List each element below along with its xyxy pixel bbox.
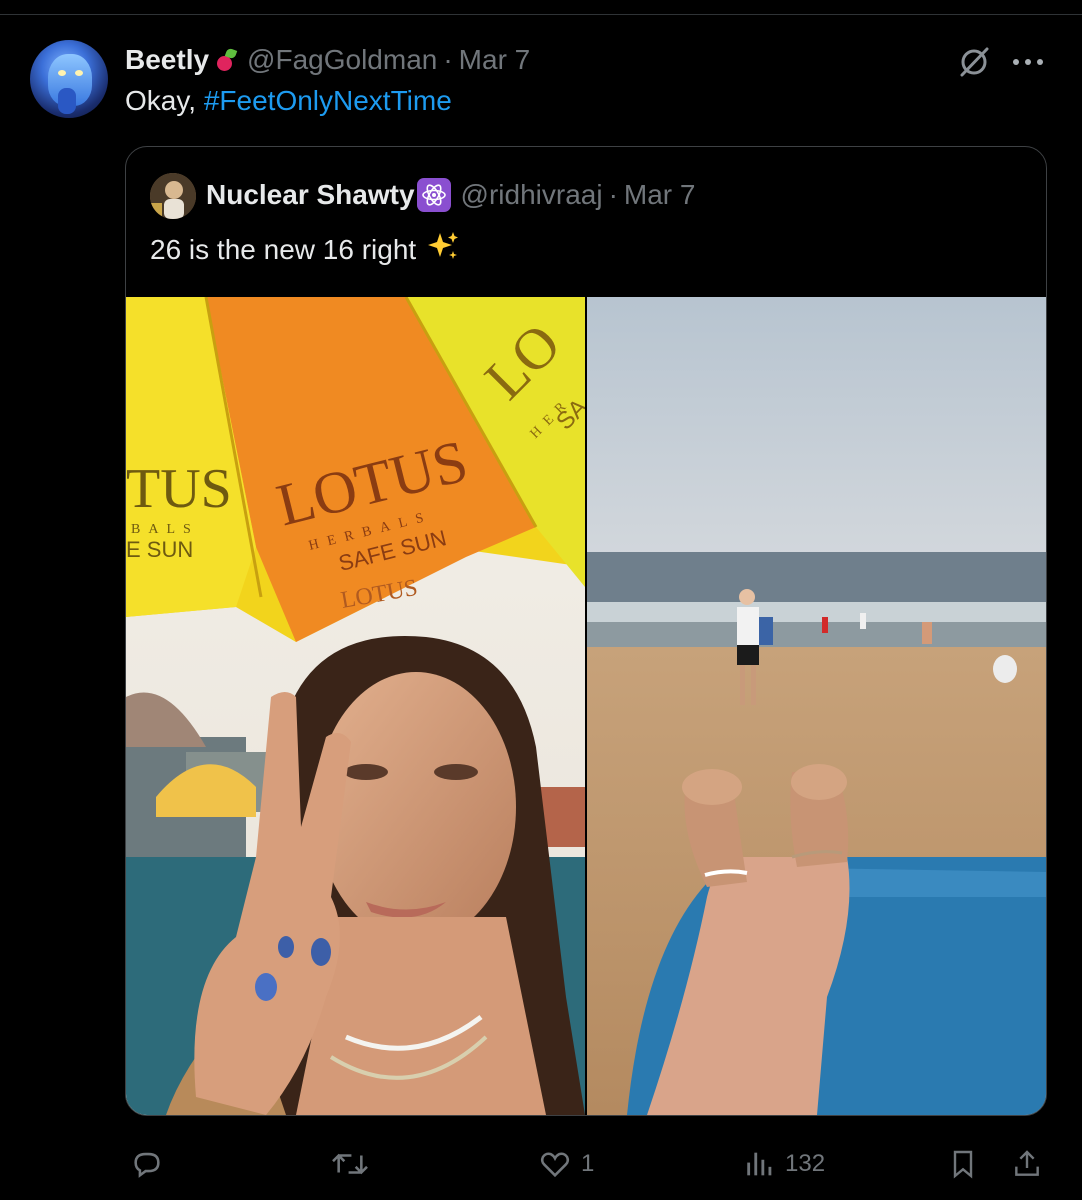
retweet-button[interactable] xyxy=(330,1140,370,1188)
quoted-text-body: 26 is the new 16 right xyxy=(150,234,417,265)
quoted-media[interactable]: LOTUS HERBALS SAFE SUN LOTUS TUS BALS E … xyxy=(126,297,1046,1115)
share-button[interactable] xyxy=(1011,1140,1043,1188)
tweet-actions: 1 132 xyxy=(125,1140,1045,1188)
atom-icon xyxy=(416,178,451,212)
quoted-text: 26 is the new 16 right xyxy=(150,229,460,271)
bookmark-button[interactable] xyxy=(947,1140,979,1188)
umbrella-brand-left-partial: TUS xyxy=(126,458,232,520)
views-icon xyxy=(747,1152,772,1176)
selfie-photo-art: LOTUS HERBALS SAFE SUN LOTUS TUS BALS E … xyxy=(126,297,585,1115)
umbrella-sun-left-partial: E SUN xyxy=(126,537,193,562)
quoted-handle[interactable]: @ridhivraaj xyxy=(461,179,603,211)
umbrella-herbals-left-partial: BALS xyxy=(131,522,199,537)
grok-icon-svg xyxy=(960,47,989,77)
beach-photo[interactable] xyxy=(587,297,1046,1115)
quoted-separator: · xyxy=(608,179,618,210)
author-handle[interactable]: @FagGoldman xyxy=(247,44,437,76)
like-button[interactable]: 1 xyxy=(537,1140,594,1188)
views-button[interactable]: 132 xyxy=(743,1140,825,1188)
quoted-author-avatar[interactable] xyxy=(150,173,196,219)
quoted-date[interactable]: Mar 7 xyxy=(624,179,696,211)
sparkles-icon xyxy=(426,229,460,271)
share-icon xyxy=(1015,1150,1039,1176)
quoted-header: Nuclear Shawty @ridhivraaj · Mar 7 xyxy=(206,175,695,215)
avatar-eye-right xyxy=(75,70,83,76)
reply-button[interactable] xyxy=(130,1140,164,1188)
bookmark-icon xyxy=(953,1150,973,1179)
heart-icon xyxy=(540,1152,570,1178)
header-separator: · xyxy=(443,44,453,75)
quoted-author-name[interactable]: Nuclear Shawty xyxy=(206,179,415,211)
selfie-photo[interactable]: LOTUS HERBALS SAFE SUN LOTUS TUS BALS E … xyxy=(126,297,585,1115)
like-count: 1 xyxy=(581,1150,595,1177)
author-name[interactable]: Beetly xyxy=(125,44,209,76)
tweet-date[interactable]: Mar 7 xyxy=(459,44,531,76)
views-count: 132 xyxy=(785,1150,826,1177)
avatar-hand xyxy=(58,88,76,114)
reply-icon xyxy=(134,1152,160,1178)
avatar-eye-left xyxy=(58,70,66,76)
tweet-header: Beetly @FagGoldman · Mar 7 xyxy=(125,40,530,80)
grok-icon[interactable] xyxy=(952,40,996,84)
beach-photo-art xyxy=(587,297,1046,1115)
radish-icon xyxy=(215,47,238,71)
tweet-text-prefix: Okay, xyxy=(125,85,204,116)
tweet-text: Okay, #FeetOnlyNextTime xyxy=(125,85,452,117)
retweet-icon xyxy=(332,1153,368,1175)
more-dots-svg xyxy=(1013,59,1043,65)
top-divider xyxy=(0,14,1082,15)
more-options-icon[interactable] xyxy=(1006,40,1050,84)
author-avatar[interactable] xyxy=(30,40,108,118)
hashtag-link[interactable]: #FeetOnlyNextTime xyxy=(204,85,452,116)
quoted-avatar-art xyxy=(150,173,196,219)
quoted-tweet[interactable]: Nuclear Shawty @ridhivraaj · Mar 7 26 is… xyxy=(125,146,1047,1116)
